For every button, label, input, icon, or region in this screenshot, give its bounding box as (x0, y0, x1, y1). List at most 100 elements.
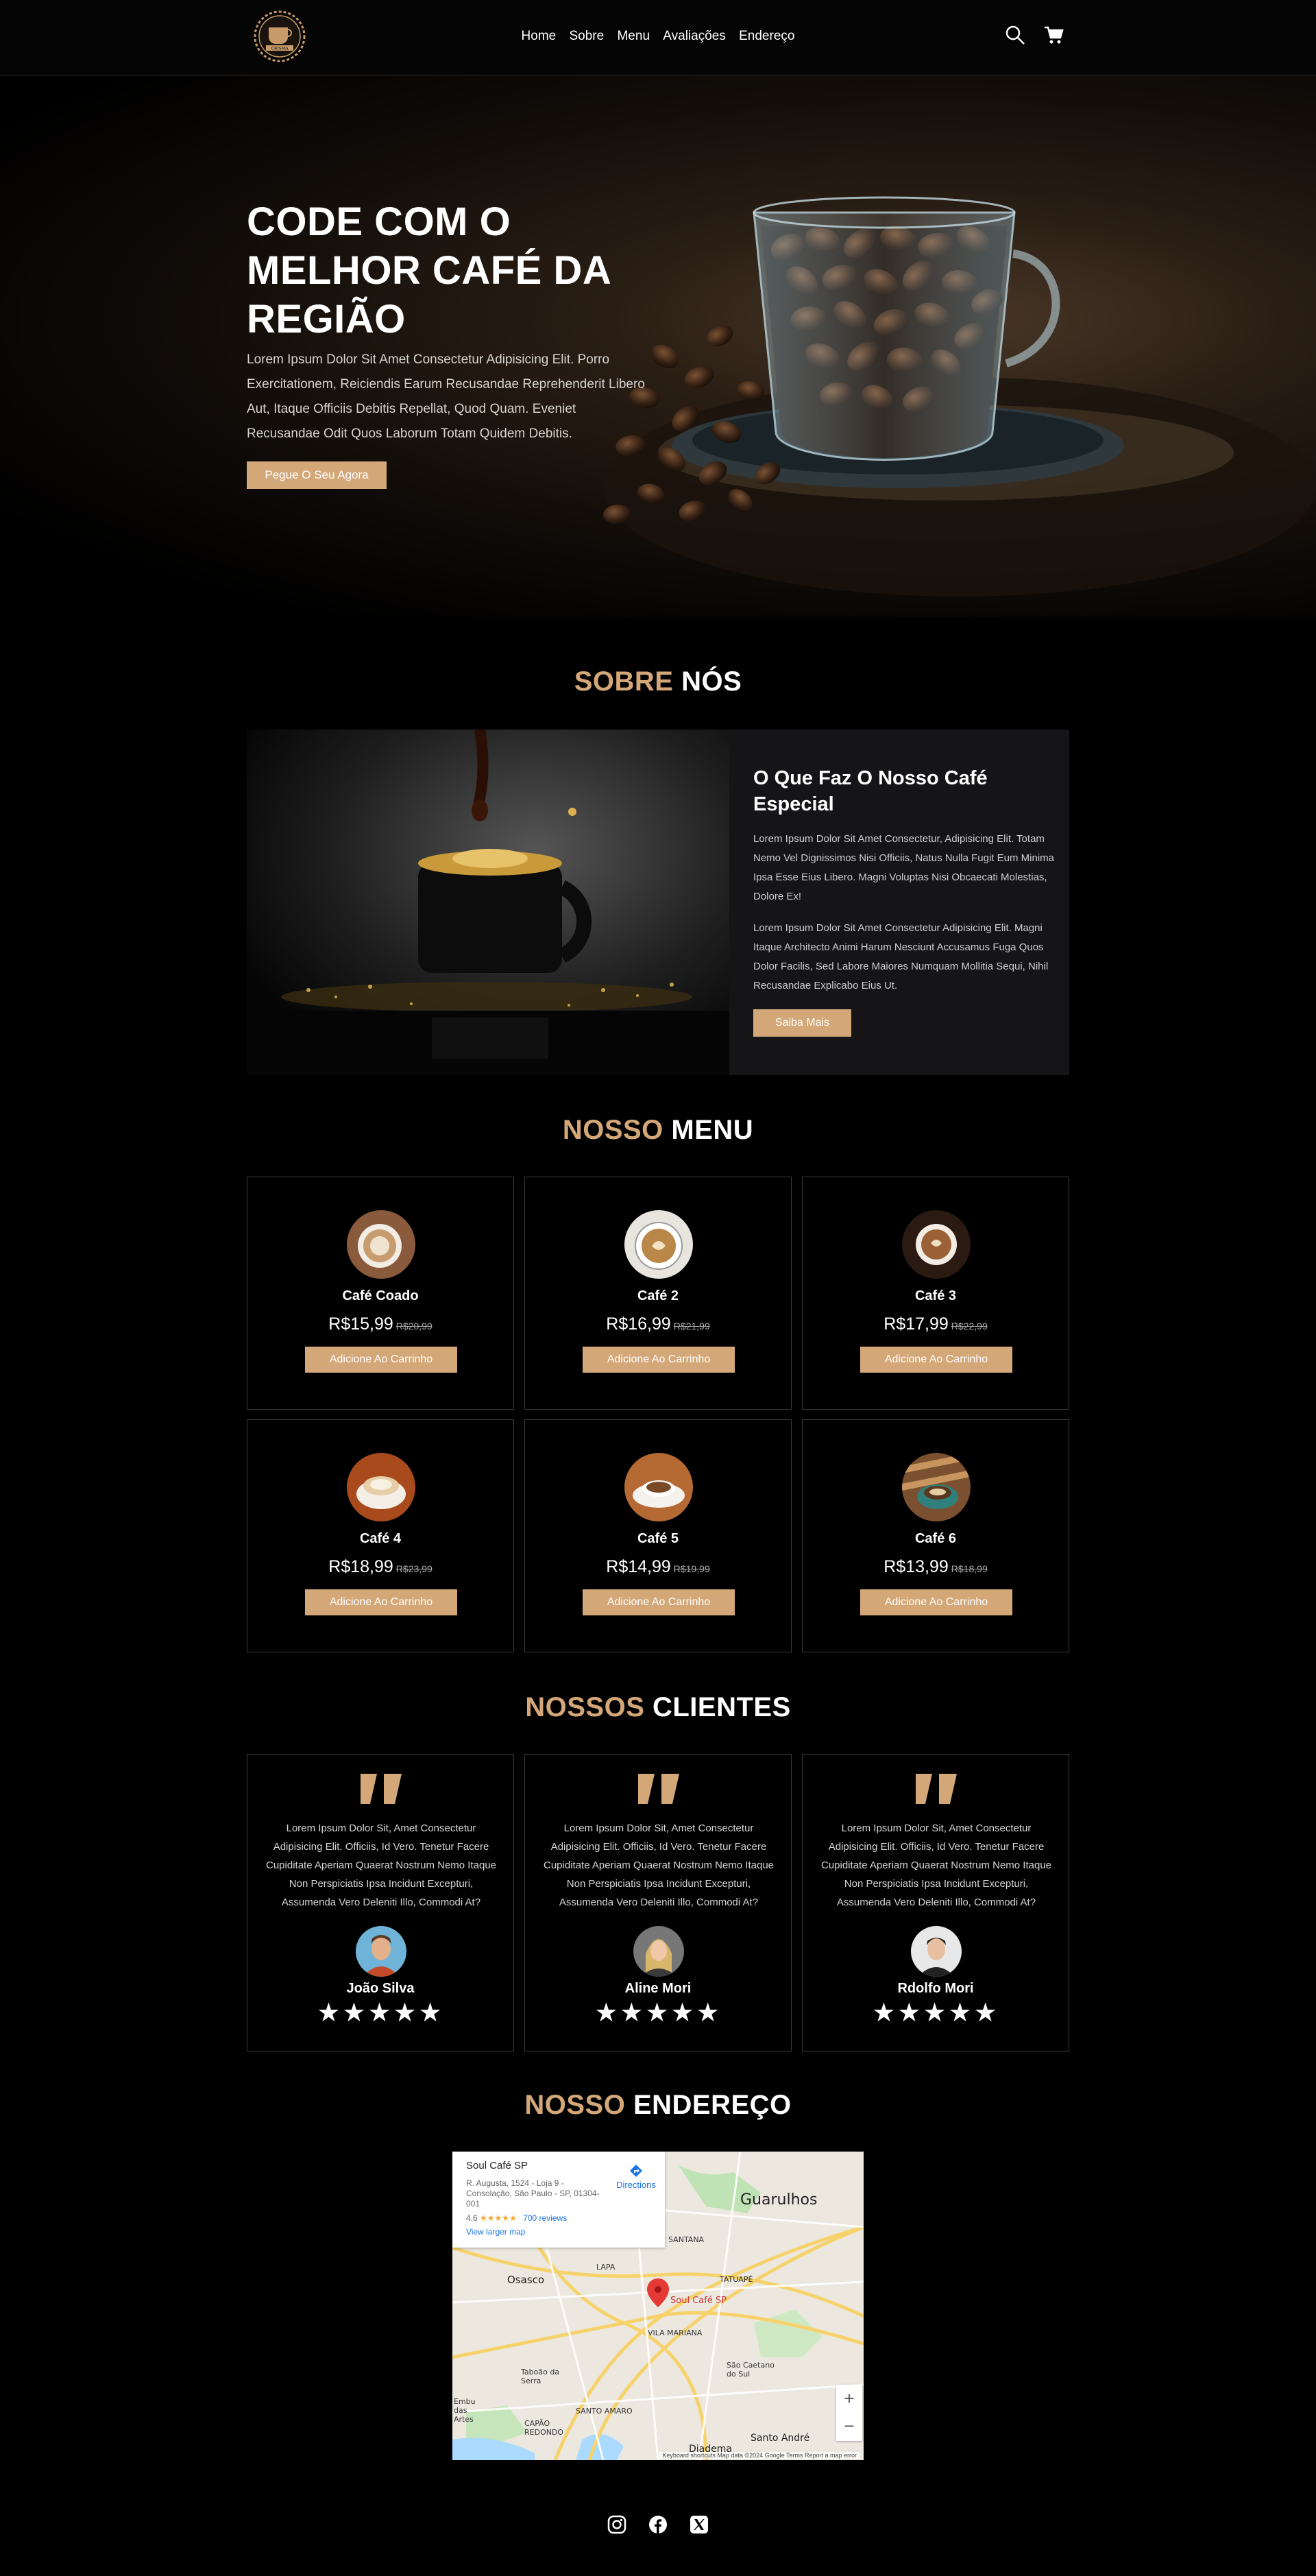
map-label: Osasco (507, 2274, 545, 2286)
coffee-image (902, 1453, 971, 1521)
menu-item: Café 5 R$14,99 R$19,99 Adicione Ao Carrin… (524, 1419, 792, 1652)
testimonial-text: Lorem Ipsum Dolor Sit, Amet Consectetur … (544, 1822, 774, 1908)
directions-icon (629, 2165, 643, 2180)
map-label: CAPÃO REDONDO (524, 2419, 564, 2437)
nav-menu[interactable]: Menu (617, 29, 650, 44)
testimonial-card: Lorem Ipsum Dolor Sit, Amet Consectetur … (802, 1754, 1069, 2051)
about-more-button[interactable]: Saiba Mais (753, 1009, 851, 1037)
address-title-rest: ENDEREÇO (625, 2090, 792, 2120)
quote-icon (361, 1774, 402, 1807)
site-header: CRISMA Home Sobre Menu Avaliações Endere… (0, 0, 1316, 75)
cart-icon[interactable] (1043, 25, 1064, 49)
price-old: R$22,99 (951, 1321, 988, 1332)
hero-description: Lorem Ipsum Dolor Sit Amet Consectetur A… (247, 352, 645, 441)
price-old: R$18,99 (951, 1563, 988, 1574)
quote-icon (638, 1774, 679, 1807)
map-reviews-link[interactable]: 700 reviews (523, 2213, 567, 2223)
address-title-accent: NOSSO (524, 2090, 626, 2120)
map-label: Taboão da Serra (521, 2368, 560, 2385)
testimonial-text: Lorem Ipsum Dolor Sit, Amet Consectetur … (821, 1822, 1051, 1908)
menu-item-price: R$15,99 R$20,99 (247, 1314, 513, 1334)
rating-stars: ★★★★★ (594, 1999, 722, 2027)
zoom-in-button[interactable]: + (836, 2385, 862, 2412)
price-current: R$14,99 (606, 1557, 671, 1576)
about-section: O Que Faz O Nosso Café Especial Lorem Ip… (247, 730, 1069, 1075)
client-name: João Silva (346, 1981, 415, 1996)
nav-endereco[interactable]: Endereço (739, 29, 794, 44)
avatar (356, 1926, 406, 1977)
map-label: Santo André (751, 2433, 810, 2444)
about-content: O Que Faz O Nosso Café Especial Lorem Ip… (753, 765, 1055, 1037)
directions-button[interactable]: Directions (616, 2164, 657, 2190)
map-label: SANTANA (668, 2235, 705, 2244)
menu-item: Café 2 R$16,99 R$21,99 Adicione Ao Carrin… (524, 1177, 792, 1410)
about-heading: O Que Faz O Nosso Café Especial (753, 767, 988, 815)
clients-title: NOSSOS CLIENTES (0, 1692, 1316, 1723)
map-label: LAPA (596, 2263, 616, 2272)
map-place-card: Soul Café SP R. Augusta, 1524 - Loja 9 -… (452, 2152, 665, 2248)
add-to-cart-button[interactable]: Adicione Ao Carrinho (305, 1589, 457, 1615)
social-links (0, 2515, 1316, 2538)
hero-cta-button[interactable]: Pegue O Seu Agora (247, 461, 387, 489)
price-old: R$19,99 (673, 1563, 710, 1574)
nav-home[interactable]: Home (522, 29, 557, 44)
hero-content: CODE COM O MELHOR CAFÉ DA REGIÃO Lorem I… (247, 197, 658, 489)
coffee-image (347, 1453, 415, 1521)
coffee-image (624, 1453, 693, 1521)
map-attribution: Keyboard shortcuts Map data ©2024 Google… (659, 2452, 860, 2459)
about-title: SOBRE NÓS (0, 666, 1316, 697)
avatar (911, 1926, 962, 1977)
avatar (633, 1926, 684, 1977)
rating-stars: ★★★★★ (872, 1999, 999, 2027)
svg-text:CRISMA: CRISMA (271, 46, 289, 51)
client-name: Aline Mori (624, 1981, 692, 1996)
menu-item-name: Café Coado (342, 1288, 419, 1303)
add-to-cart-button[interactable]: Adicione Ao Carrinho (305, 1347, 457, 1373)
header-actions (1005, 25, 1079, 49)
clients-title-accent: NOSSOS (525, 1692, 645, 1722)
map-place-address: R. Augusta, 1524 - Loja 9 - Consolação, … (466, 2178, 600, 2208)
add-to-cart-button[interactable]: Adicione Ao Carrinho (583, 1347, 735, 1373)
menu-title-accent: NOSSO (562, 1115, 663, 1145)
coffee-image (347, 1210, 415, 1279)
about-paragraph-2: Lorem Ipsum Dolor Sit Amet Consectetur A… (753, 922, 1049, 991)
search-icon[interactable] (1005, 25, 1025, 49)
add-to-cart-button[interactable]: Adicione Ao Carrinho (583, 1589, 735, 1615)
x-icon[interactable] (690, 2515, 709, 2538)
nav-sobre[interactable]: Sobre (570, 29, 605, 44)
map-label: SANTO AMARO (576, 2407, 633, 2416)
coffee-image (624, 1210, 693, 1279)
address-title: NOSSO ENDEREÇO (0, 2090, 1316, 2121)
price-old: R$23,99 (395, 1563, 432, 1574)
add-to-cart-button[interactable]: Adicione Ao Carrinho (860, 1589, 1012, 1615)
menu-item-price: R$16,99 R$21,99 (525, 1314, 791, 1334)
instagram-icon[interactable] (607, 2515, 626, 2538)
facebook-icon[interactable] (648, 2515, 668, 2538)
testimonial-card: Lorem Ipsum Dolor Sit, Amet Consectetur … (247, 1754, 514, 2051)
price-old: R$21,99 (673, 1321, 710, 1332)
menu-item: Café 6 R$13,99 R$18,99 Adicione Ao Carrin… (802, 1419, 1069, 1652)
add-to-cart-button[interactable]: Adicione Ao Carrinho (860, 1347, 1012, 1373)
map-label: São Caetano do Sul (727, 2361, 775, 2379)
map-pin-label[interactable]: Soul Café SP (670, 2296, 727, 2306)
view-larger-map-link[interactable]: View larger map (466, 2227, 651, 2237)
map-label: VILA MARIANA (648, 2328, 703, 2337)
location-map[interactable]: Soul Café SP Guarulhos Osasco SANTANA LA… (452, 2152, 864, 2460)
main-nav: Home Sobre Menu Avaliações Endereço (0, 29, 1316, 44)
hero-title: CODE COM O MELHOR CAFÉ DA REGIÃO (247, 200, 611, 341)
menu-item: Café 3 R$17,99 R$22,99 Adicione Ao Carrin… (802, 1177, 1069, 1410)
price-current: R$18,99 (328, 1557, 393, 1576)
nav-avaliacoes[interactable]: Avaliações (663, 29, 726, 44)
clients-title-rest: CLIENTES (644, 1692, 791, 1722)
map-place-rating: 4.6 ★★★★★ 700 reviews (466, 2213, 651, 2223)
zoom-out-button[interactable]: − (836, 2412, 862, 2440)
testimonial-card: Lorem Ipsum Dolor Sit, Amet Consectetur … (524, 1754, 792, 2051)
map-rating-stars: ★★★★★ (480, 2213, 517, 2223)
menu-item-name: Café 5 (637, 1531, 679, 1546)
testimonial-text: Lorem Ipsum Dolor Sit, Amet Consectetur … (266, 1822, 496, 1908)
directions-label: Directions (616, 2180, 656, 2190)
hero-coffee-cup-image (603, 130, 1316, 610)
about-title-rest: NÓS (673, 666, 742, 697)
price-current: R$17,99 (884, 1314, 949, 1334)
price-old: R$20,99 (395, 1321, 432, 1332)
